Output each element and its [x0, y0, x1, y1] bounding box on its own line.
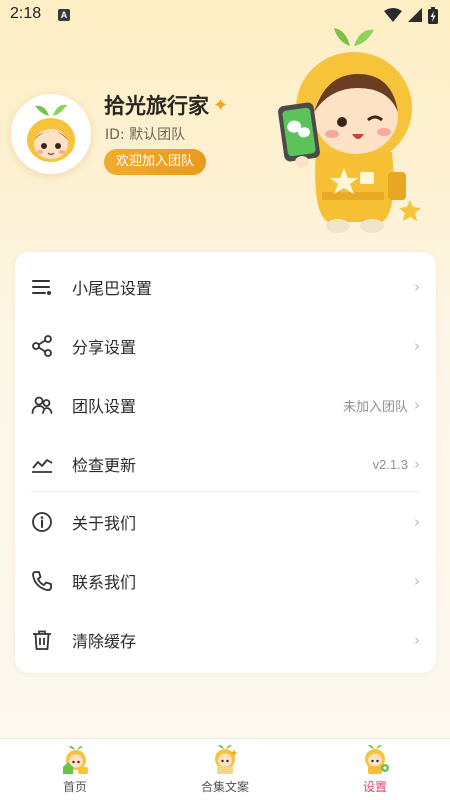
settings-row-share[interactable]: 分享设置 ›	[15, 317, 436, 375]
status-time: 2:18	[10, 5, 42, 22]
settings-row-label: 检查更新	[72, 456, 137, 475]
sparkle-icon: ✦	[213, 94, 229, 116]
settings-row-label: 联系我们	[72, 573, 137, 592]
bottom-nav: 首页 合集文案 设置	[0, 738, 450, 800]
chevron-right-icon: ›	[414, 513, 420, 531]
chart-line-icon	[31, 453, 53, 475]
username-text: 拾光旅行家	[104, 94, 209, 118]
team-icon	[31, 394, 53, 416]
nav-tab-collection[interactable]: 合集文案	[150, 739, 300, 800]
settings-row-contact[interactable]: 联系我们 ›	[15, 552, 436, 610]
settings-card: 小尾巴设置 › 分享设置 › 团队设置 未加入团队 › 检查更新 v2.1.3 …	[15, 252, 436, 673]
wifi-icon	[384, 8, 402, 22]
share-icon	[31, 335, 53, 357]
divider	[31, 491, 419, 492]
chevron-right-icon: ›	[414, 572, 420, 590]
settings-row-value: 未加入团队	[342, 399, 408, 415]
settings-row-team[interactable]: 团队设置 未加入团队 ›	[15, 376, 436, 434]
username: 拾光旅行家 ✦	[104, 90, 228, 120]
nav-label: 合集文案	[200, 780, 249, 794]
settings-row-cache[interactable]: 清除缓存 ›	[15, 611, 436, 669]
phone-icon	[31, 570, 53, 592]
mascot-illustration	[278, 28, 421, 233]
info-icon	[31, 511, 53, 533]
nav-label: 设置	[362, 780, 387, 794]
home-mascot-icon	[63, 745, 88, 774]
collection-mascot-icon	[215, 745, 238, 774]
settings-row-value: v2.1.3	[372, 456, 408, 472]
trash-icon	[31, 629, 53, 651]
settings-row-label: 小尾巴设置	[72, 279, 153, 298]
team-id: ID: 默认团队	[105, 127, 186, 143]
signal-icon	[408, 8, 422, 22]
settings-row-label: 团队设置	[72, 397, 137, 416]
nav-tab-settings[interactable]: 设置	[300, 739, 450, 800]
settings-row-label: 清除缓存	[72, 632, 137, 651]
join-team-button[interactable]: 欢迎加入团队	[104, 149, 207, 175]
settings-row-label: 分享设置	[72, 338, 137, 357]
settings-row-update[interactable]: 检查更新 v2.1.3 ›	[15, 435, 436, 493]
settings-mascot-icon	[365, 745, 389, 774]
chevron-right-icon: ›	[414, 337, 420, 355]
nav-label: 首页	[62, 780, 87, 794]
settings-row-label: 关于我们	[72, 514, 137, 533]
chevron-right-icon: ›	[414, 631, 420, 649]
notification-a-icon: A	[58, 9, 70, 21]
settings-row-about[interactable]: 关于我们 ›	[15, 493, 436, 551]
chevron-right-icon: ›	[414, 396, 420, 414]
mascot-avatar-icon	[11, 94, 91, 174]
list-settings-icon	[31, 276, 53, 298]
settings-row-tail[interactable]: 小尾巴设置 ›	[15, 258, 436, 316]
chevron-right-icon: ›	[414, 278, 420, 296]
nav-tab-home[interactable]: 首页	[0, 739, 150, 800]
avatar[interactable]	[11, 94, 91, 174]
battery-icon	[428, 6, 438, 24]
chevron-right-icon: ›	[414, 455, 420, 473]
